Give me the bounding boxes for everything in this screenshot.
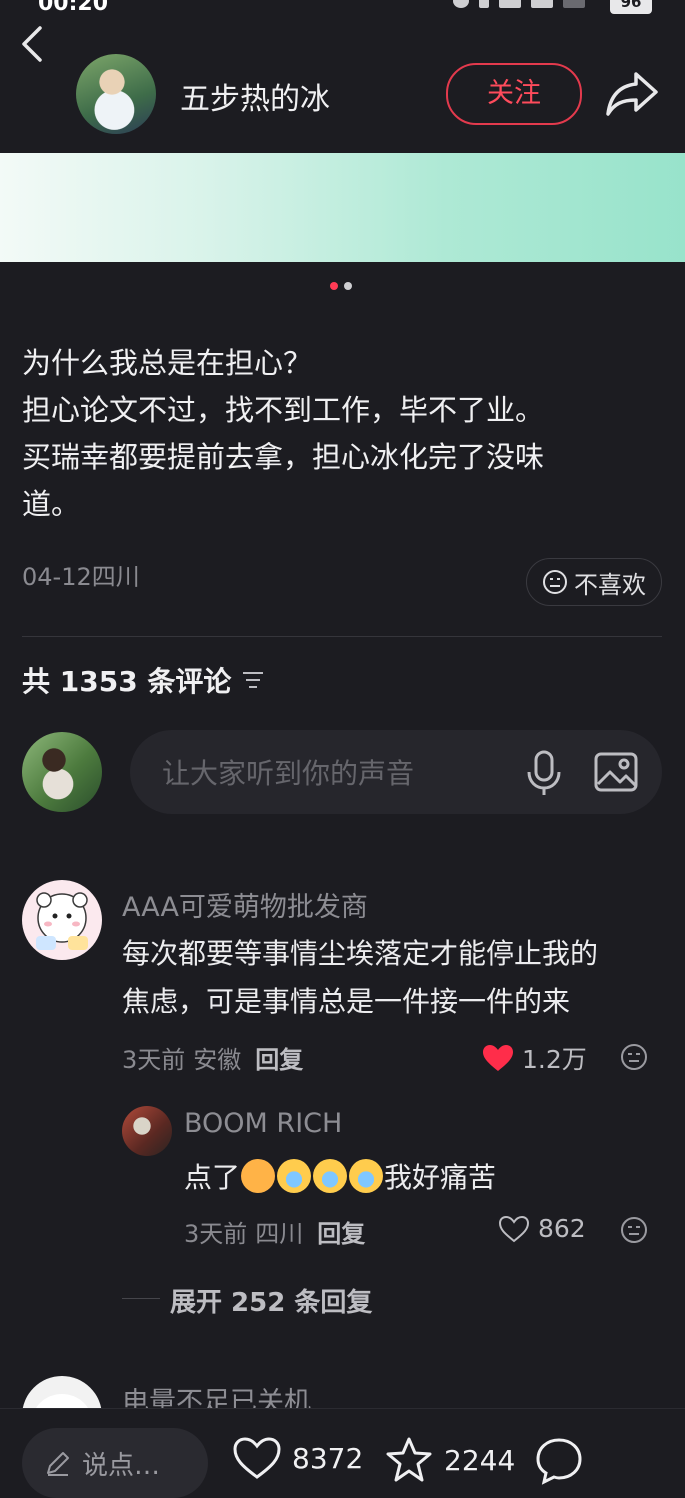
bear-avatar-icon [36, 892, 88, 950]
reply-text-prefix: 点了 [184, 1161, 241, 1194]
comment-input[interactable] [160, 730, 504, 816]
sort-icon[interactable] [241, 669, 265, 691]
comment-line: 焦虑，可是事情总是一件接一件的来 [122, 985, 571, 1018]
heart-outline-icon [498, 1215, 530, 1242]
divider [22, 636, 662, 637]
reply-like-count: 862 [538, 1214, 586, 1243]
comment-count-label: 共 1353 条评论 [22, 665, 232, 698]
crying-face-emoji-icon [349, 1159, 384, 1193]
post-like-button[interactable]: 8372 [232, 1436, 363, 1480]
reply-like-button[interactable]: 862 [498, 1214, 586, 1243]
comment-text: 每次都要等事情尘埃落定才能停止我的 焦虑，可是事情总是一件接一件的来 [122, 930, 662, 1026]
write-comment-button[interactable]: 说点… [22, 1428, 208, 1498]
reply-avatar[interactable] [122, 1106, 172, 1156]
expand-divider [122, 1298, 160, 1299]
image-icon[interactable] [592, 748, 640, 796]
author-avatar[interactable] [76, 54, 156, 134]
write-comment-label: 说点… [82, 1450, 161, 1481]
carousel-dots [330, 282, 352, 290]
carousel-dot [344, 282, 352, 290]
reply-text: 点了 我好痛苦 [184, 1156, 496, 1196]
emoji-reaction-icon[interactable] [620, 1216, 648, 1244]
neutral-face-icon [543, 570, 567, 594]
post-line: 买瑞幸都要提前去拿，担心冰化完了没味 [22, 440, 545, 474]
comment-location: 安徽 [193, 1046, 242, 1074]
my-avatar [22, 732, 102, 812]
reply-text-suffix: 我好痛苦 [384, 1161, 497, 1194]
commenter-avatar[interactable] [22, 880, 102, 960]
author-name[interactable]: 五步热的冰 [180, 74, 330, 118]
alarm-icon [453, 0, 469, 8]
dislike-button[interactable]: 不喜欢 [526, 558, 662, 606]
post-line: 道。 [22, 487, 81, 521]
comment-like-button[interactable]: 1.2万 [482, 1040, 587, 1076]
post-line: 为什么我总是在担心？ [22, 346, 313, 380]
reply-meta: 3天前 四川 回复 [184, 1214, 365, 1249]
reply-button[interactable]: 回复 [317, 1214, 365, 1249]
bluetooth-icon [479, 0, 489, 8]
comment-meta: 3天前 安徽 回复 [122, 1040, 303, 1075]
emoji-reaction-icon[interactable] [620, 1043, 648, 1071]
wifi-icon [499, 0, 521, 8]
comment-count: 共 1353 条评论 [22, 660, 265, 700]
comment-time: 3天前 [122, 1046, 186, 1074]
post-favorite-count: 2244 [444, 1443, 516, 1477]
expand-replies-button[interactable]: 展开 252 条回复 [170, 1282, 372, 1319]
post-line: 担心论文不过，找不到工作，毕不了业。 [22, 393, 545, 427]
reply-time: 3天前 [184, 1220, 248, 1248]
carousel-dot-active [330, 282, 338, 290]
comment-like-count: 1.2万 [522, 1045, 587, 1074]
post-body: 为什么我总是在担心？ 担心论文不过，找不到工作，毕不了业。 买瑞幸都要提前去拿，… [22, 340, 662, 528]
post-favorite-button[interactable]: 2244 [384, 1436, 515, 1484]
status-time: 00:20 [38, 0, 109, 16]
crying-face-emoji-icon [313, 1159, 348, 1193]
crying-cat-emoji-icon [241, 1159, 276, 1193]
follow-button[interactable]: 关注 [446, 63, 582, 125]
crying-face-emoji-icon [277, 1159, 312, 1193]
reply-button[interactable]: 回复 [255, 1040, 303, 1075]
share-icon[interactable] [604, 68, 660, 118]
pencil-icon [47, 1452, 69, 1476]
comment-line: 每次都要等事情尘埃落定才能停止我的 [122, 937, 599, 970]
reply-location: 四川 [255, 1220, 304, 1248]
comment-bubble-icon[interactable] [534, 1436, 584, 1486]
comment-input-box[interactable] [130, 730, 662, 816]
heart-outline-icon [233, 1437, 281, 1479]
commenter-name[interactable]: AAA可爱萌物批发商 [122, 885, 368, 924]
dislike-label: 不喜欢 [574, 570, 646, 599]
back-icon[interactable] [18, 24, 48, 64]
post-date-location: 04-12四川 [22, 563, 140, 591]
status-icons [453, 0, 585, 8]
reply-author-name[interactable]: BOOM RICH [184, 1108, 342, 1139]
post-image[interactable] [0, 153, 685, 262]
battery-indicator: 96 [610, 0, 652, 14]
heart-filled-icon [483, 1045, 513, 1071]
signal-icon-2 [563, 0, 585, 8]
post-like-count: 8372 [292, 1441, 364, 1475]
star-outline-icon [386, 1437, 432, 1482]
signal-icon [531, 0, 553, 8]
microphone-icon[interactable] [522, 748, 566, 798]
